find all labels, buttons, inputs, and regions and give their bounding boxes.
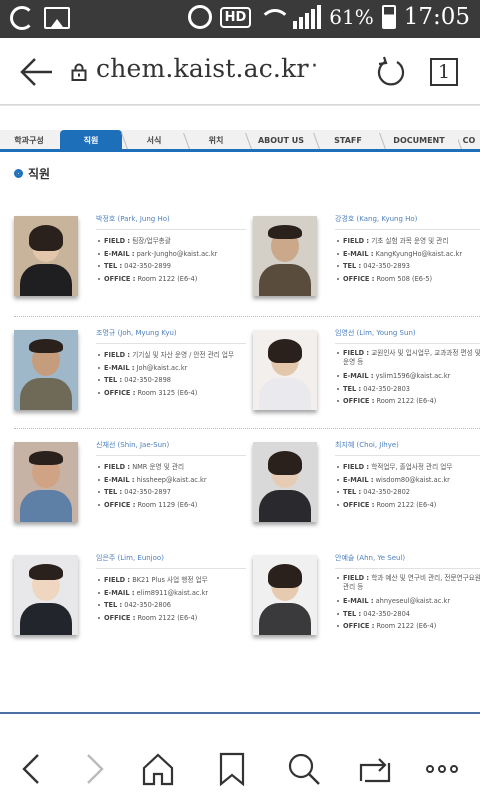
status-bar: HD 61% 17:05: [0, 0, 480, 38]
footer-divider: [0, 712, 480, 714]
back-icon[interactable]: [14, 751, 50, 787]
staff-tel: TEL : 042-350-2803: [335, 383, 480, 396]
staff-photo: [253, 216, 317, 296]
tab-department[interactable]: 학과구성: [0, 130, 58, 152]
staff-card: 강경호 (Kang, Kyung Ho) FIELD : 기초 실험 과목 운영…: [253, 214, 480, 314]
staff-tel: TEL : 042-350-2893: [335, 260, 480, 273]
tab-about-us[interactable]: ABOUT US: [248, 130, 314, 152]
hd-voice-icon: HD: [219, 6, 252, 28]
staff-photo: [253, 330, 317, 410]
staff-email: E-MAIL : park-Jungho@kaist.ac.kr: [96, 248, 246, 261]
staff-email: E-MAIL : wisdom80@kaist.ac.kr: [335, 474, 480, 487]
wifi-icon: [259, 7, 292, 27]
staff-field: FIELD : BK21 Plus 사업 행정 업무: [96, 574, 246, 587]
staff-name: 강경호 (Kang, Kyung Ho): [335, 215, 418, 223]
staff-office: OFFICE : Room 508 (E6-5): [335, 273, 480, 286]
lock-icon: [71, 63, 87, 81]
staff-office: OFFICE : Room 3125 (E6-4): [96, 387, 246, 400]
staff-field: FIELD : 학적업무, 졸업사정 관리 업무: [335, 461, 480, 474]
staff-photo: [14, 330, 78, 410]
forward-icon[interactable]: [76, 751, 112, 787]
back-arrow-icon[interactable]: [20, 56, 54, 88]
staff-name: 박정호 (Park, Jung Ho): [96, 215, 170, 223]
battery-icon: [381, 5, 396, 29]
tab-contact[interactable]: CO: [458, 130, 480, 152]
staff-email: E-MAIL : Joh@kaist.ac.kr: [96, 362, 246, 375]
tab-count-button[interactable]: 1: [430, 58, 458, 86]
home-icon[interactable]: [140, 751, 176, 787]
staff-card: 박정호 (Park, Jung Ho) FIELD : 팀장/업무총괄 E-MA…: [14, 214, 246, 314]
staff-office: OFFICE : Room 1129 (E6-4): [96, 499, 246, 512]
share-icon[interactable]: [357, 751, 393, 787]
app-notification-icon: [10, 6, 34, 30]
row-divider: [14, 316, 480, 317]
bullet-icon: [14, 169, 23, 178]
staff-tel: TEL : 042-350-2897: [96, 486, 246, 499]
alarm-icon: [187, 5, 212, 29]
staff-field: FIELD : 교원인사 및 입시업무, 교과과정 편성 및 운영 등: [335, 349, 480, 370]
tab-staff[interactable]: STAFF: [316, 130, 380, 152]
staff-card: 신재선 (Shin, Jae-Sun) FIELD : NMR 운영 및 관리 …: [14, 440, 246, 540]
staff-field: FIELD : 기초 실험 과목 운영 및 관리: [335, 235, 480, 248]
staff-card: 최지혜 (Choi, Jihye) FIELD : 학적업무, 졸업사정 관리 …: [253, 440, 480, 540]
staff-photo: [253, 555, 317, 635]
browser-address-bar: chem.kaist.ac.kr ··· 1: [0, 38, 480, 106]
signal-icon: [293, 5, 322, 29]
staff-field: FIELD : 팀장/업무총괄: [96, 235, 246, 248]
row-divider: [14, 428, 480, 429]
bookmark-icon[interactable]: [214, 751, 250, 787]
reload-icon[interactable]: [375, 56, 407, 88]
staff-card: 조명규 (Joh, Myung Kyu) FIELD : 기기실 및 자산 운영…: [14, 328, 246, 428]
tab-staff-korean[interactable]: 직원: [60, 130, 122, 152]
staff-email: E-MAIL : hissheep@kaist.ac.kr: [96, 474, 246, 487]
image-notification-icon: [44, 7, 70, 29]
page-title: 직원: [14, 165, 50, 182]
more-options-icon[interactable]: [424, 751, 460, 787]
staff-office: OFFICE : Room 2122 (E6-4): [335, 499, 480, 512]
staff-tel: TEL : 042-350-2802: [335, 486, 480, 499]
staff-photo: [14, 555, 78, 635]
staff-office: OFFICE : Room 2122 (E6-4): [96, 273, 246, 286]
header-divider: [0, 104, 480, 105]
tab-document[interactable]: DOCUMENT: [382, 130, 456, 152]
url-text[interactable]: chem.kaist.ac.kr: [96, 54, 309, 83]
staff-name: 임영선 (Lim, Young Sun): [335, 329, 416, 337]
clock: 17:05: [403, 4, 470, 30]
staff-card: 임영선 (Lim, Young Sun) FIELD : 교원인사 및 입시업무…: [253, 328, 480, 428]
tab-forms[interactable]: 서식: [124, 130, 184, 152]
battery-percentage: 61%: [329, 5, 374, 29]
staff-email: E-MAIL : elim8911@kaist.ac.kr: [96, 587, 246, 600]
staff-card: 임은주 (Lim, Eunjoo) FIELD : BK21 Plus 사업 행…: [14, 553, 246, 653]
staff-tel: TEL : 042-350-2804: [335, 608, 480, 621]
search-icon[interactable]: [286, 751, 322, 787]
staff-photo: [14, 216, 78, 296]
staff-office: OFFICE : Room 2122 (E6-4): [335, 620, 480, 633]
staff-email: E-MAIL : yslim1596@kaist.ac.kr: [335, 370, 480, 383]
staff-card: 안예슬 (Ahn, Ye Seul) FIELD : 학과 예산 및 연구비 관…: [253, 553, 480, 653]
staff-field: FIELD : 학과 예산 및 연구비 관리, 전문연구요원 관리 등: [335, 574, 480, 595]
staff-tel: TEL : 042-350-2806: [96, 599, 246, 612]
staff-email: E-MAIL : KangKyungHo@kaist.ac.kr: [335, 248, 480, 261]
staff-tel: TEL : 042-350-2898: [96, 374, 246, 387]
staff-office: OFFICE : Room 2122 (E6-4): [335, 395, 480, 408]
staff-name: 안예슬 (Ahn, Ye Seul): [335, 554, 406, 562]
staff-name: 신재선 (Shin, Jae-Sun): [96, 441, 170, 449]
staff-name: 최지혜 (Choi, Jihye): [335, 441, 399, 449]
staff-email: E-MAIL : ahnyeseul@kaist.ac.kr: [335, 595, 480, 608]
browser-bottom-toolbar: [0, 735, 480, 800]
staff-name: 임은주 (Lim, Eunjoo): [96, 554, 164, 562]
sub-navigation-tabs: 학과구성 직원 서식 위치 ABOUT US STAFF DOCUMENT CO: [0, 130, 480, 152]
staff-office: OFFICE : Room 2122 (E6-4): [96, 612, 246, 625]
url-overflow: ···: [297, 54, 318, 79]
staff-photo: [253, 442, 317, 522]
staff-field: FIELD : 기기실 및 자산 운영 / 안전 관리 업무: [96, 349, 246, 362]
staff-name: 조명규 (Joh, Myung Kyu): [96, 329, 177, 337]
tab-location[interactable]: 위치: [186, 130, 246, 152]
staff-field: FIELD : NMR 운영 및 관리: [96, 461, 246, 474]
staff-photo: [14, 442, 78, 522]
staff-tel: TEL : 042-350-2899: [96, 260, 246, 273]
